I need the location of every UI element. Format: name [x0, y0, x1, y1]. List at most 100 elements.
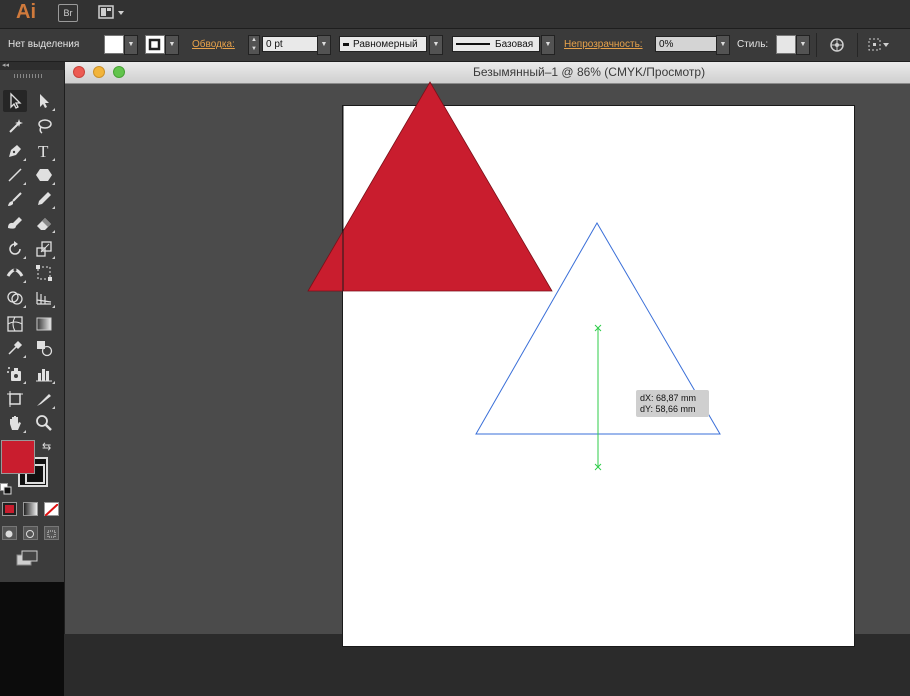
width-tool-icon [6, 268, 24, 277]
fill-dropdown[interactable]: ▼ [124, 35, 138, 55]
delta-x-readout: dX: 68,87 mm [640, 393, 697, 403]
symbol-sprayer-tool[interactable] [3, 363, 27, 385]
perspective-grid-tool[interactable] [32, 287, 56, 309]
document-window: Безымянный–1 @ 86% (CMYK/Просмотр) [65, 62, 910, 647]
graphic-style-swatch[interactable] [776, 35, 796, 54]
direct-selection-tool[interactable] [32, 90, 56, 112]
artboard-tool[interactable] [3, 388, 27, 410]
hand-tool[interactable] [3, 412, 27, 434]
brush-dropdown[interactable]: ▼ [541, 35, 555, 55]
workspace-switcher-button[interactable] [98, 4, 128, 22]
tool-flyout-indicator [52, 381, 55, 384]
artboard-icon [7, 391, 23, 407]
width-tool[interactable] [3, 262, 27, 284]
document-titlebar[interactable]: Безымянный–1 @ 86% (CMYK/Просмотр) [65, 62, 910, 84]
tool-flyout-indicator [52, 206, 55, 209]
blend-icon [37, 341, 53, 357]
variable-width-profile-field[interactable]: Равномерный [339, 36, 427, 52]
direct-selection-arrow-icon [40, 94, 49, 108]
stroke-weight-dropdown[interactable]: ▼ [317, 35, 331, 55]
color-mode-button[interactable] [2, 502, 17, 516]
blob-brush-tool[interactable] [3, 212, 27, 234]
stroke-weight-stepper[interactable]: ▲ ▼ [248, 35, 260, 55]
screen-mode-icon [16, 550, 38, 566]
draw-normal-button[interactable] [2, 526, 17, 540]
panel-grip[interactable] [14, 74, 42, 78]
opacity-field[interactable]: 0% [655, 36, 717, 52]
draw-inside-button[interactable] [44, 526, 59, 540]
line-segment-icon [8, 168, 22, 182]
lasso-tool[interactable] [32, 115, 56, 137]
tool-flyout-indicator [23, 158, 26, 161]
minimize-window-button[interactable] [93, 66, 105, 78]
stroke-dropdown[interactable]: ▼ [165, 35, 179, 55]
type-tool[interactable]: T [32, 140, 56, 162]
eyedropper-tool[interactable] [3, 337, 27, 359]
tool-flyout-indicator [52, 182, 55, 185]
stroke-weight-field[interactable]: 0 pt [262, 36, 318, 52]
paintbrush-tool[interactable] [3, 188, 27, 210]
zoom-window-button[interactable] [113, 66, 125, 78]
pen-tool[interactable] [3, 140, 27, 162]
tool-flyout-indicator [23, 182, 26, 185]
tool-flyout-indicator [23, 355, 26, 358]
gradient-tool[interactable] [32, 313, 56, 335]
line-segment-tool[interactable] [3, 164, 27, 186]
polygon-tool[interactable] [32, 164, 56, 186]
selection-tool[interactable] [3, 90, 27, 112]
transparency-panel-link[interactable]: Непрозрачность: [564, 39, 643, 50]
stroke-color-swatch[interactable] [145, 35, 165, 54]
slice-knife-icon [37, 394, 51, 406]
opacity-dropdown[interactable]: ▼ [716, 35, 730, 55]
graphic-style-dropdown[interactable]: ▼ [796, 35, 810, 55]
magic-wand-tool[interactable] [3, 115, 27, 137]
slice-tool[interactable] [32, 388, 56, 410]
zoom-tool[interactable] [32, 412, 56, 434]
eraser-tool[interactable] [32, 212, 56, 234]
none-mode-button[interactable] [44, 502, 59, 517]
brush-line-icon [456, 43, 490, 46]
type-t-icon: T [38, 142, 49, 160]
bridge-button[interactable]: Br [58, 4, 78, 22]
gradient-mode-button[interactable] [23, 502, 38, 516]
align-options-button[interactable] [867, 36, 893, 57]
svg-text:T: T [38, 142, 49, 160]
rotate-icon [9, 241, 21, 255]
illustrator-logo: Ai [16, 1, 36, 23]
change-screen-mode-button[interactable] [16, 550, 40, 573]
blob-brush-icon [8, 217, 22, 229]
application-bar: Ai Br [0, 0, 910, 29]
fill-color-swatch[interactable] [104, 35, 124, 54]
pencil-tool[interactable] [32, 188, 56, 210]
profile-dropdown[interactable]: ▼ [429, 35, 443, 55]
rotate-tool[interactable] [3, 238, 27, 260]
stroke-panel-link[interactable]: Обводка: [192, 39, 235, 50]
swap-fill-stroke-icon[interactable]: ⇆ [42, 440, 51, 453]
magnifier-icon [36, 415, 52, 431]
panel-collapse-handle[interactable]: ◂◂ [0, 62, 66, 70]
style-label: Стиль: [737, 39, 769, 50]
fill-color-box[interactable] [1, 440, 35, 474]
draw-behind-button[interactable] [23, 526, 38, 540]
mesh-tool[interactable] [3, 313, 27, 335]
artboard[interactable] [342, 105, 855, 647]
brush-definition-field[interactable]: Базовая [452, 36, 540, 52]
blend-tool[interactable] [32, 337, 56, 359]
solid-color-icon [5, 505, 14, 513]
move-distance-tooltip: dX: 68,87 mm dY: 58,66 mm [636, 390, 709, 417]
pencil-icon [38, 192, 51, 205]
close-window-button[interactable] [73, 66, 85, 78]
column-graph-tool[interactable] [32, 363, 56, 385]
scale-tool[interactable] [32, 238, 56, 260]
tool-flyout-indicator [23, 256, 26, 259]
recolor-artwork-button[interactable] [828, 36, 846, 57]
align-to-selection-icon [868, 38, 889, 51]
tool-flyout-indicator [52, 158, 55, 161]
free-transform-tool[interactable] [32, 262, 56, 284]
mesh-icon [7, 316, 23, 332]
tool-flyout-indicator [52, 406, 55, 409]
default-fill-stroke-button[interactable] [0, 482, 12, 500]
draw-inside-icon [47, 530, 56, 538]
pen-nib-icon [9, 145, 21, 157]
shape-builder-tool[interactable] [3, 287, 27, 309]
